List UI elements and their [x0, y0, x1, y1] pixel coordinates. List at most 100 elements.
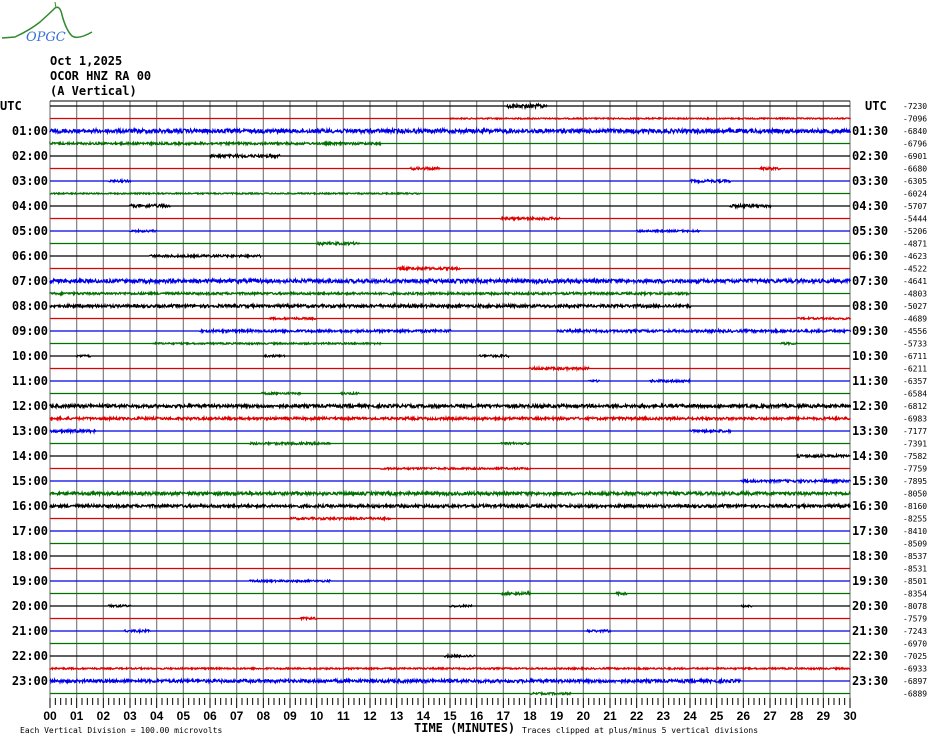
component-label: (A Vertical)	[50, 84, 137, 98]
trace-offset-value: -7759	[903, 465, 927, 474]
trace-offset-value: -5707	[903, 202, 927, 211]
trace-offset-value: -6305	[903, 177, 927, 186]
right-time-label: 11:30	[852, 374, 888, 388]
trace-offset-value: -6889	[903, 690, 927, 699]
right-time-label: 07:30	[852, 274, 888, 288]
left-time-label: 21:00	[12, 624, 48, 638]
trace-line-16	[49, 302, 850, 310]
logo-text: OPGC	[26, 30, 66, 45]
trace-offset-value: -6357	[903, 377, 927, 386]
left-time-label: 06:00	[12, 249, 48, 263]
x-tick-label: 11	[337, 709, 350, 723]
x-tick-label: 25	[710, 709, 724, 723]
left-time-label: 10:00	[12, 349, 48, 363]
trace-line-29	[50, 465, 850, 472]
left-time-label: 23:00	[12, 674, 48, 688]
left-time-label: 13:00	[12, 424, 48, 438]
x-tick-label: 08	[257, 709, 271, 723]
trace-offset-value: -6024	[903, 190, 927, 199]
x-tick-label: 13	[390, 709, 404, 723]
right-time-label: 19:30	[852, 574, 888, 588]
trace-offset-value: -5206	[903, 227, 927, 236]
trace-offset-value: -5733	[903, 340, 927, 349]
left-time-label: UTC	[0, 99, 22, 113]
right-time-label: 14:30	[852, 449, 888, 463]
trace-offset-value: -8255	[903, 515, 927, 524]
right-time-label: 15:30	[852, 474, 888, 488]
trace-offset-value: -7096	[903, 115, 927, 124]
trace-offset-value: -4522	[903, 265, 927, 274]
left-time-label: 22:00	[12, 649, 48, 663]
trace-offset-value: -8410	[903, 527, 927, 536]
trace-offset-value: -8537	[903, 552, 927, 561]
right-time-label: 09:30	[852, 324, 888, 338]
trace-line-10	[50, 227, 850, 234]
x-tick-label: 10	[310, 709, 324, 723]
station-label: OCOR HNZ RA 00	[50, 69, 152, 83]
trace-offset-value: -7582	[903, 452, 927, 461]
trace-offset-value: -7230	[903, 102, 927, 111]
x-tick-label: 18	[523, 709, 537, 723]
trace-offset-value: -7243	[903, 627, 927, 636]
x-tick-label: 04	[150, 709, 164, 723]
trace-offset-value: -8354	[903, 590, 927, 599]
trace-offset-value: -6983	[903, 415, 927, 424]
helicorder-plot: OPGC UTC UTC 01:00 01:30 02:00 02:30 03:00 03:3…	[0, 1, 927, 735]
trace-offset-value: -6796	[903, 140, 927, 149]
trace-offset-value: -4803	[903, 290, 927, 299]
trace-offset-value: -7391	[903, 440, 927, 449]
x-tick-label: 26	[737, 709, 751, 723]
left-time-label: 17:00	[12, 524, 48, 538]
right-time-label: 22:30	[852, 649, 888, 663]
right-time-label: 10:30	[852, 349, 888, 363]
trace-offset-value: -6584	[903, 390, 927, 399]
left-time-label: 12:00	[12, 399, 48, 413]
date-label: Oct 1,2025	[50, 54, 123, 68]
left-time-label: 08:00	[12, 299, 48, 313]
trace-offset-value: -6970	[903, 640, 927, 649]
right-time-label: 17:30	[852, 524, 888, 538]
x-tick-label: 28	[790, 709, 804, 723]
trace-line-23	[50, 390, 850, 397]
x-tick-label: 22	[630, 709, 644, 723]
trace-offset-value: -7579	[903, 615, 927, 624]
trace-offset-value: -8531	[903, 565, 927, 574]
x-tick-label: 07	[230, 709, 244, 723]
x-tick-label: 05	[177, 709, 191, 723]
left-time-label: 02:00	[12, 149, 48, 163]
opgc-logo: OPGC	[1, 1, 93, 45]
left-time-label: 07:00	[12, 274, 48, 288]
trace-line-47	[50, 690, 850, 697]
left-time-label: 15:00	[12, 474, 48, 488]
right-time-label: 02:30	[852, 149, 888, 163]
trace-line-38	[50, 578, 850, 584]
x-tick-label: 19	[550, 709, 564, 723]
trace-offset-value: -8078	[903, 602, 927, 611]
left-time-label: 09:00	[12, 324, 48, 338]
right-time-label: 20:30	[852, 599, 888, 613]
left-time-label: 03:00	[12, 174, 48, 188]
right-time-label: 18:30	[852, 549, 888, 563]
trace-offset-value: -8050	[903, 490, 927, 499]
trace-offset-value: -6933	[903, 665, 927, 674]
trace-line-1	[50, 116, 851, 121]
x-tick-label: 27	[763, 709, 777, 723]
trace-offset-value: -7895	[903, 477, 927, 486]
trace-line-44	[50, 652, 850, 659]
x-tick-label: 20	[577, 709, 591, 723]
trace-offset-value: -4641	[903, 277, 927, 286]
x-tick-label: 06	[203, 709, 217, 723]
right-time-label: 03:30	[852, 174, 888, 188]
right-time-label: 13:30	[852, 424, 888, 438]
left-time-label: 14:00	[12, 449, 48, 463]
trace-offset-value: -4556	[903, 327, 927, 336]
trace-offset-value: -6711	[903, 352, 927, 361]
left-time-label: 19:00	[12, 574, 48, 588]
x-tick-label: 12	[363, 709, 377, 723]
trace-offset-value: -8501	[903, 577, 927, 586]
right-time-label: 16:30	[852, 499, 888, 513]
right-time-label: 01:30	[852, 124, 888, 138]
left-time-label: 16:00	[12, 499, 48, 513]
x-tick-label: 24	[683, 709, 697, 723]
x-tick-label: 30	[843, 709, 857, 723]
